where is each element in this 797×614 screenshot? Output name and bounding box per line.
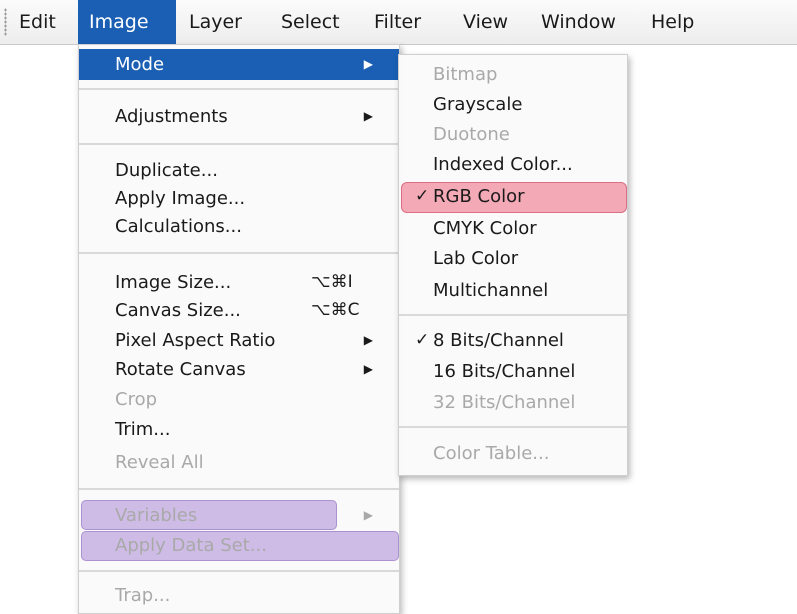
checkmark-icon: ✓ xyxy=(415,186,430,206)
submenu-item-bitmap: Bitmap xyxy=(399,59,627,90)
submenu-arrow-icon: ▶ xyxy=(363,362,373,376)
menu-item-label: Duotone xyxy=(433,124,510,145)
menu-item-duplicate[interactable]: Duplicate... xyxy=(79,155,399,186)
menu-item-label: Crop xyxy=(115,389,158,410)
menu-help[interactable]: Help xyxy=(640,0,705,44)
menu-item-label: Rotate Canvas xyxy=(115,359,246,380)
menu-item-label: Multichannel xyxy=(433,280,549,301)
submenu-item-cmyk-color[interactable]: CMYK Color xyxy=(399,213,627,244)
menu-item-label: Duplicate... xyxy=(115,160,218,181)
menu-item-label: Trim... xyxy=(115,419,171,440)
menu-bar: Edit Image Layer Select Filter View Wind… xyxy=(0,0,797,45)
submenu-item-multichannel[interactable]: Multichannel xyxy=(399,275,627,306)
menu-separator xyxy=(399,426,627,428)
menu-item-pixel-aspect-ratio[interactable]: Pixel Aspect Ratio ▶ xyxy=(79,325,399,356)
menu-item-trap: Trap... xyxy=(79,580,399,611)
menu-separator xyxy=(79,143,399,145)
menu-window[interactable]: Window xyxy=(530,0,627,44)
submenu-item-8-bits-channel[interactable]: ✓ 8 Bits/Channel xyxy=(399,325,627,356)
menu-item-label: CMYK Color xyxy=(433,218,537,239)
menu-item-label: Lab Color xyxy=(433,248,519,269)
menu-item-label: Color Table... xyxy=(433,443,550,464)
menu-item-label: Adjustments xyxy=(115,106,228,127)
menu-item-apply-image[interactable]: Apply Image... xyxy=(79,183,399,214)
menu-item-mode[interactable]: Mode ▶ xyxy=(79,49,399,80)
menu-edit[interactable]: Edit xyxy=(8,0,67,44)
submenu-arrow-icon: ▶ xyxy=(363,57,373,71)
menu-item-label: Mode xyxy=(115,54,165,75)
submenu-item-color-table: Color Table... xyxy=(399,438,627,469)
image-menu: Mode ▶ Adjustments ▶ Duplicate... Apply … xyxy=(78,44,400,614)
menu-item-label: Indexed Color... xyxy=(433,154,573,175)
submenu-arrow-icon: ▶ xyxy=(363,333,373,347)
keyboard-shortcut: ⌥⌘C xyxy=(311,300,360,320)
menu-item-label: Reveal All xyxy=(115,452,204,473)
menu-item-canvas-size[interactable]: Canvas Size... ⌥⌘C xyxy=(79,295,399,326)
menu-image[interactable]: Image xyxy=(78,0,176,44)
menu-select[interactable]: Select xyxy=(270,0,351,44)
menu-item-adjustments[interactable]: Adjustments ▶ xyxy=(79,101,399,132)
menu-separator xyxy=(79,570,399,572)
menu-item-label: RGB Color xyxy=(433,186,525,207)
menu-item-label: Apply Image... xyxy=(115,188,246,209)
submenu-item-16-bits-channel[interactable]: 16 Bits/Channel xyxy=(399,356,627,387)
menu-separator xyxy=(79,88,399,90)
menu-item-image-size[interactable]: Image Size... ⌥⌘I xyxy=(79,267,399,298)
menu-item-trim[interactable]: Trim... xyxy=(79,414,399,445)
menu-item-rotate-canvas[interactable]: Rotate Canvas ▶ xyxy=(79,354,399,385)
menu-filter[interactable]: Filter xyxy=(363,0,432,44)
submenu-item-indexed-color[interactable]: Indexed Color... xyxy=(399,149,627,180)
menu-item-label: 8 Bits/Channel xyxy=(433,330,564,351)
menu-item-label: Canvas Size... xyxy=(115,300,241,321)
submenu-item-rgb-color[interactable]: ✓ RGB Color xyxy=(399,181,627,212)
menu-item-label: 32 Bits/Channel xyxy=(433,392,576,413)
submenu-item-32-bits-channel: 32 Bits/Channel xyxy=(399,387,627,418)
submenu-arrow-icon: ▶ xyxy=(363,508,373,522)
keyboard-shortcut: ⌥⌘I xyxy=(311,272,353,292)
menubar-grip xyxy=(4,8,7,36)
menu-item-label: Apply Data Set... xyxy=(115,535,267,556)
submenu-item-grayscale[interactable]: Grayscale xyxy=(399,89,627,120)
menu-item-label: Bitmap xyxy=(433,64,498,85)
menu-item-variables: Variables ▶ xyxy=(79,500,399,531)
menu-view[interactable]: View xyxy=(452,0,519,44)
menu-item-calculations[interactable]: Calculations... xyxy=(79,211,399,242)
submenu-arrow-icon: ▶ xyxy=(363,109,373,123)
menu-item-label: Variables xyxy=(115,505,198,526)
submenu-item-duotone: Duotone xyxy=(399,119,627,150)
menu-item-label: Pixel Aspect Ratio xyxy=(115,330,276,351)
menu-item-apply-data-set: Apply Data Set... xyxy=(79,530,399,561)
menu-layer[interactable]: Layer xyxy=(178,0,253,44)
mode-submenu: Bitmap Grayscale Duotone Indexed Color..… xyxy=(398,54,628,476)
menu-item-reveal-all: Reveal All xyxy=(79,447,399,478)
menu-item-label: 16 Bits/Channel xyxy=(433,361,576,382)
menu-separator xyxy=(399,314,627,316)
menu-item-crop: Crop xyxy=(79,384,399,415)
checkmark-icon: ✓ xyxy=(415,330,430,350)
menu-item-label: Image Size... xyxy=(115,272,232,293)
menu-separator xyxy=(79,252,399,254)
menu-item-label: Trap... xyxy=(115,585,171,606)
menu-separator xyxy=(79,488,399,490)
submenu-item-lab-color[interactable]: Lab Color xyxy=(399,243,627,274)
menu-item-label: Calculations... xyxy=(115,216,242,237)
menu-item-label: Grayscale xyxy=(433,94,523,115)
